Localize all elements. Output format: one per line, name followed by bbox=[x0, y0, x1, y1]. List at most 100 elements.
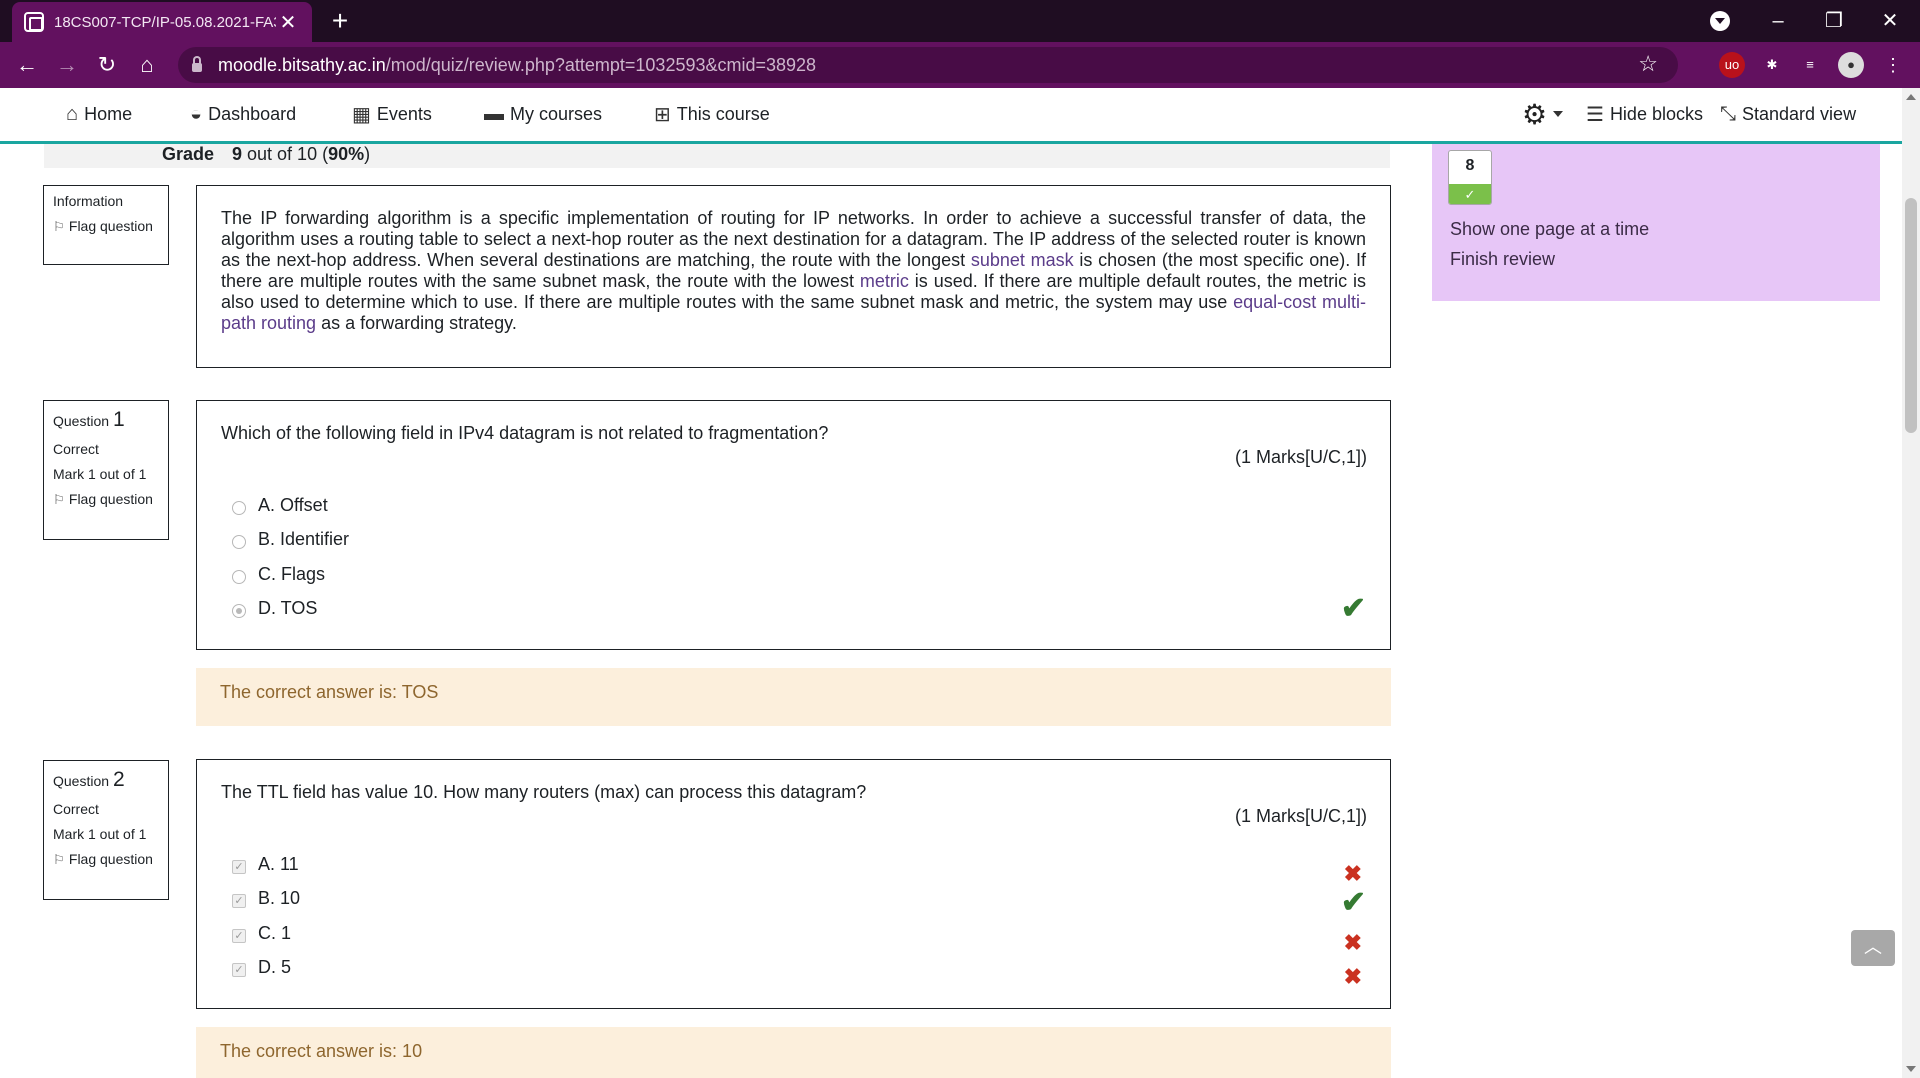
incorrect-x-icon: ✖ bbox=[1343, 930, 1362, 955]
checkbox-checked[interactable]: ✓ bbox=[232, 859, 246, 874]
flag-question-link[interactable]: ⚐ Flag question bbox=[53, 491, 159, 508]
question-1-state: Correct bbox=[53, 441, 99, 457]
question-1-marks: (1 Marks[U/C,1]) bbox=[1234, 447, 1367, 467]
forward-arrow-icon[interactable]: → bbox=[52, 50, 82, 80]
radio-button-selected[interactable] bbox=[232, 603, 246, 618]
profile-avatar[interactable]: ● bbox=[1838, 52, 1864, 78]
question-1-info-box: Question 1 Correct Mark 1 out of 1 ⚐ Fla… bbox=[43, 400, 169, 540]
flag-question-link[interactable]: ⚐ Flag question bbox=[53, 851, 159, 868]
answer-option[interactable]: A. Offset bbox=[232, 495, 328, 516]
show-one-page-link[interactable]: Show one page at a time bbox=[1450, 219, 1649, 240]
answer-option-label: D. TOS bbox=[258, 598, 318, 618]
answer-option[interactable]: D. TOS bbox=[232, 598, 317, 619]
incorrect-x-icon: ✖ bbox=[1343, 964, 1362, 989]
grade-value: 9 out of 10 (90%) bbox=[232, 144, 370, 165]
settings-menu[interactable]: ⚙ bbox=[1522, 88, 1564, 140]
list-icon: ☰ bbox=[1586, 103, 1604, 126]
nav-my-courses-label: My courses bbox=[510, 103, 603, 124]
media-control-icon[interactable]: ≡ bbox=[1797, 52, 1823, 78]
question-1-content: Which of the following field in IPv4 dat… bbox=[196, 400, 1391, 650]
question-1-number: Question 1 bbox=[53, 408, 159, 432]
question-number: 1 bbox=[112, 408, 125, 431]
back-arrow-icon[interactable]: ← bbox=[12, 50, 42, 80]
checkbox-checked[interactable]: ✓ bbox=[232, 893, 246, 908]
browser-tab-strip: 18CS007-TCP/IP-05.08.2021-FA3 ✕ + – ❐ ✕ bbox=[0, 0, 1920, 42]
restore-button[interactable]: ❐ bbox=[1806, 0, 1862, 42]
subnet-mask-link[interactable]: subnet mask bbox=[971, 250, 1074, 270]
answer-option[interactable]: B. Identifier bbox=[232, 529, 349, 550]
answer-option[interactable]: ✓ A. 11 bbox=[232, 854, 299, 875]
close-window-button[interactable]: ✕ bbox=[1862, 0, 1918, 42]
scroll-to-top-button[interactable]: ︿ bbox=[1851, 930, 1895, 966]
quiz-navigation-block: 8 ✓ Show one page at a time Finish revie… bbox=[1432, 144, 1880, 301]
question-2-number: Question 2 bbox=[53, 768, 159, 792]
dashboard-gauge-icon: ◒ bbox=[190, 102, 203, 125]
nav-events[interactable]: ▦ Events bbox=[352, 88, 432, 140]
flag-question-link[interactable]: ⚐ Flag question bbox=[53, 218, 159, 235]
minimize-button[interactable]: – bbox=[1750, 0, 1806, 42]
browser-tab[interactable]: 18CS007-TCP/IP-05.08.2021-FA3 ✕ bbox=[12, 2, 312, 42]
page-scrollbar[interactable] bbox=[1902, 88, 1920, 1078]
question-2-content: The TTL field has value 10. How many rou… bbox=[196, 759, 1391, 1009]
answer-option-label: A. 11 bbox=[258, 854, 299, 874]
new-tab-button[interactable]: + bbox=[325, 6, 355, 36]
answer-option-label: D. 5 bbox=[258, 957, 292, 977]
answer-option[interactable]: ✓ B. 10 bbox=[232, 888, 300, 909]
answer-option[interactable]: ✓ D. 5 bbox=[232, 957, 291, 978]
question-number: 2 bbox=[112, 768, 125, 791]
information-text: The IP forwarding algorithm is a specifi… bbox=[221, 208, 1366, 334]
ublock-extension-icon[interactable]: uo bbox=[1719, 52, 1745, 78]
question-2-marks: (1 Marks[U/C,1]) bbox=[1234, 806, 1367, 826]
scroll-down-arrow-icon[interactable] bbox=[1906, 1066, 1916, 1072]
grade-label: Grade bbox=[162, 144, 215, 164]
question-nav-button[interactable]: 8 ✓ bbox=[1448, 150, 1492, 205]
home-icon[interactable]: ⌂ bbox=[132, 50, 162, 80]
grade-out-of: out of 10 ( bbox=[242, 144, 329, 164]
extensions-puzzle-icon[interactable]: ✱ bbox=[1759, 52, 1785, 78]
reload-icon[interactable]: ↻ bbox=[92, 50, 122, 80]
flag-question-label: Flag question bbox=[68, 218, 153, 234]
nav-my-courses[interactable]: ▬ My courses bbox=[484, 88, 602, 140]
nav-this-course[interactable]: ⊞ This course bbox=[654, 88, 770, 140]
correct-check-icon: ✔ bbox=[1340, 592, 1366, 625]
grade-percent: 90% bbox=[328, 144, 365, 164]
hide-blocks-button[interactable]: ☰ Hide blocks bbox=[1586, 88, 1703, 140]
browser-toolbar: ← → ↻ ⌂ moodle.bitsathy.ac.in /mod/quiz/… bbox=[0, 42, 1920, 88]
info-text-part-4: as a forwarding strategy. bbox=[316, 313, 517, 333]
grade-close-paren: ) bbox=[364, 144, 371, 164]
standard-view-button[interactable]: ⤡ Standard view bbox=[1720, 88, 1856, 140]
bookmark-star-icon[interactable]: ☆ bbox=[1638, 51, 1658, 77]
scroll-up-arrow-icon[interactable] bbox=[1906, 94, 1916, 100]
nav-home[interactable]: ⌂ Home bbox=[66, 88, 132, 140]
compress-icon: ⤡ bbox=[1720, 102, 1736, 125]
information-info-box: Information ⚐ Flag question bbox=[43, 185, 169, 265]
tab-close-icon[interactable]: ✕ bbox=[276, 10, 300, 35]
radio-button[interactable] bbox=[232, 569, 246, 584]
moodle-favicon-icon bbox=[24, 12, 44, 32]
nav-dashboard-label: Dashboard bbox=[208, 103, 297, 124]
radio-button[interactable] bbox=[232, 534, 246, 549]
address-bar[interactable]: moodle.bitsathy.ac.in /mod/quiz/review.p… bbox=[178, 47, 1678, 83]
sitemap-icon: ⊞ bbox=[654, 103, 671, 126]
checkbox-checked[interactable]: ✓ bbox=[232, 928, 246, 943]
flag-icon: ⚐ bbox=[53, 219, 65, 234]
grade-score: 9 bbox=[232, 144, 243, 164]
question-2-state: Correct bbox=[53, 801, 99, 817]
nav-dashboard[interactable]: ◒ Dashboard bbox=[190, 88, 296, 140]
checkbox-checked[interactable]: ✓ bbox=[232, 962, 246, 977]
nav-home-label: Home bbox=[84, 103, 133, 124]
radio-button[interactable] bbox=[232, 500, 246, 515]
tab-title: 18CS007-TCP/IP-05.08.2021-FA3 bbox=[54, 13, 276, 31]
finish-review-link[interactable]: Finish review bbox=[1450, 249, 1555, 270]
browser-menu-icon[interactable]: ⋮ bbox=[1880, 52, 1906, 78]
metric-link[interactable]: metric bbox=[860, 271, 909, 291]
moodle-navbar: ⌂ Home ◒ Dashboard ▦ Events ▬ My courses… bbox=[0, 88, 1902, 144]
answer-option[interactable]: C. Flags bbox=[232, 564, 325, 585]
question-label: Question bbox=[53, 773, 110, 789]
scrollbar-thumb[interactable] bbox=[1905, 198, 1917, 433]
calendar-icon: ▦ bbox=[352, 103, 371, 126]
question-2-info-box: Question 2 Correct Mark 1 out of 1 ⚐ Fla… bbox=[43, 760, 169, 900]
tab-search-icon[interactable] bbox=[1710, 11, 1730, 31]
answer-option[interactable]: ✓ C. 1 bbox=[232, 923, 291, 944]
answer-option-label: C. 1 bbox=[258, 923, 292, 943]
